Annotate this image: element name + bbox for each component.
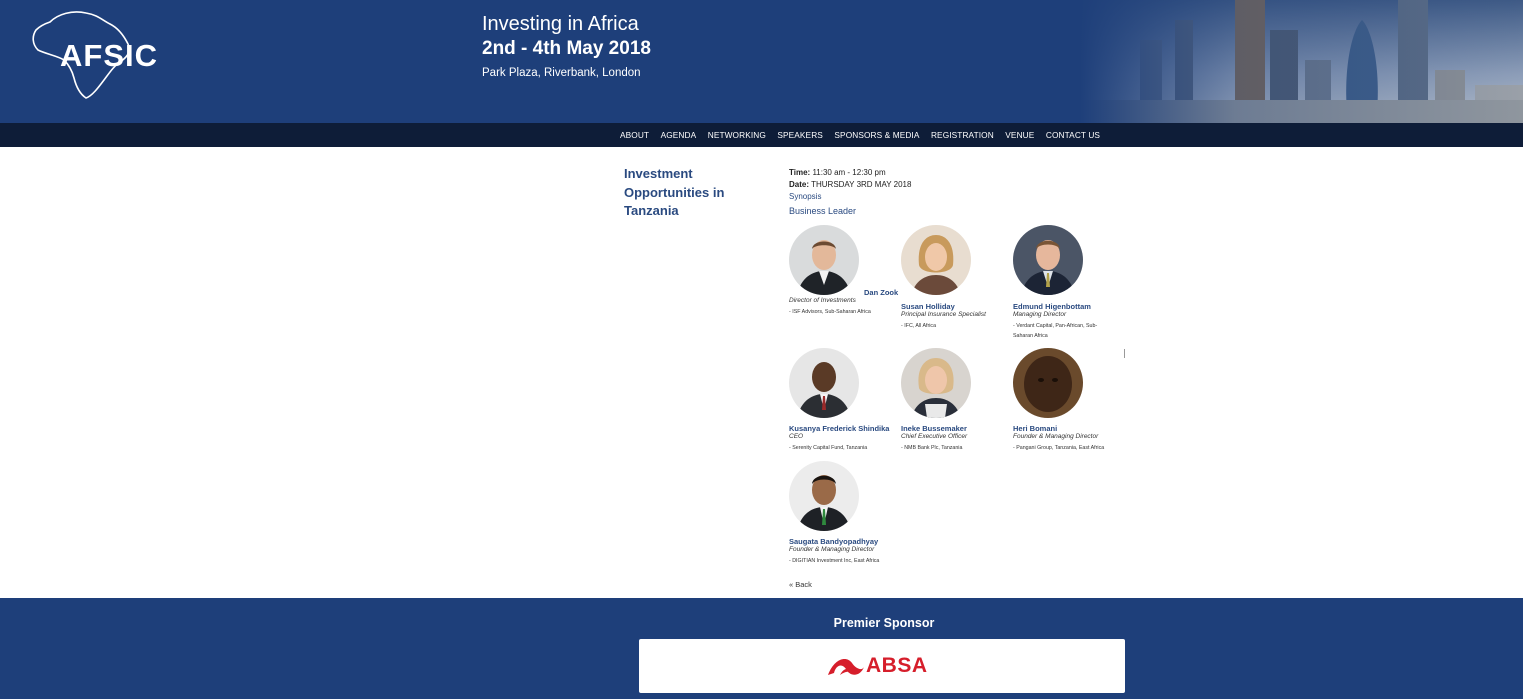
session-time: Time: 11:30 am - 12:30 pm [789, 168, 886, 177]
speaker-role: Chief Executive Officer [901, 433, 968, 440]
speaker-role: Founder & Managing Director [789, 546, 875, 553]
nav-agenda[interactable]: AGENDA [661, 123, 697, 147]
speaker-photo-susan-holliday[interactable] [901, 225, 971, 295]
speaker-role: Founder & Managing Director [1013, 433, 1099, 440]
event-venue: Park Plaza, Riverbank, London [482, 67, 641, 79]
speaker-name[interactable]: Heri Bomani [1013, 424, 1057, 433]
speaker-name[interactable]: Saugata Bandyopadhyay [789, 537, 878, 546]
speaker-org: - IFC, All Africa [901, 323, 937, 329]
sponsor-heading: Premier Sponsor [833, 616, 935, 630]
logo-text: AFSIC [60, 38, 158, 73]
absa-wordmark[interactable]: ABSA [866, 654, 928, 678]
speaker-name[interactable]: Dan Zook [864, 288, 898, 297]
synopsis-link[interactable]: Synopsis [789, 192, 821, 201]
time-value: 11:30 am - 12:30 pm [812, 168, 886, 177]
speaker-name[interactable]: Ineke Bussemaker [901, 424, 967, 433]
speaker-org: - Pangani Group, Tanzania, East Africa [1013, 445, 1105, 451]
nav-registration[interactable]: REGISTRATION [931, 123, 994, 147]
speaker-role: CEO [789, 433, 804, 440]
speaker-name[interactable]: Susan Holliday [901, 302, 955, 311]
speaker-photo-ineke-bussemaker[interactable] [901, 348, 971, 418]
sponsor-footer: Premier Sponsor [0, 598, 1523, 699]
speaker-category: Business Leader [789, 206, 857, 216]
nav-networking[interactable]: NETWORKING [708, 123, 766, 147]
speaker-photo-saugata-bandyopadhyay[interactable] [789, 461, 859, 531]
speaker-photo-heri-bomani[interactable] [1013, 348, 1083, 418]
absa-logo-icon [828, 659, 864, 675]
nav-contact-us[interactable]: CONTACT US [1046, 123, 1100, 147]
date-label: Date: [789, 180, 810, 189]
speaker-org: - Serenity Capital Fund, Tanzania [789, 445, 868, 451]
speaker-org: - ISF Advisors, Sub-Saharan Africa [789, 309, 871, 315]
afsic-logo[interactable]: AFSIC [28, 8, 158, 103]
session-title: Investment Opportunities in Tanzania [624, 166, 725, 218]
speaker-org: - Verdant Capital, Pan-African, Sub-Saha… [1013, 323, 1098, 339]
time-label: Time: [789, 168, 811, 177]
event-dates: 2nd - 4th May 2018 [482, 38, 651, 59]
site-header: AFSIC Investing in Africa 2nd - 4th May … [0, 0, 1523, 123]
speaker-org: - NMB Bank Plc, Tanzania [901, 445, 963, 451]
event-title: Investing in Africa [482, 13, 639, 35]
speaker-name[interactable]: Kusanya Frederick Shindika [789, 424, 889, 433]
speaker-photo-kusanya-shindika[interactable] [789, 348, 859, 418]
speaker-photo-dan-zook[interactable] [789, 225, 859, 295]
nav-sponsors-media[interactable]: SPONSORS & MEDIA [834, 123, 919, 147]
back-link[interactable]: « Back [789, 580, 812, 589]
speaker-role: Director of Investments [789, 297, 856, 304]
speaker-name[interactable]: Edmund Higenbottam [1013, 302, 1091, 311]
nav-venue[interactable]: VENUE [1005, 123, 1034, 147]
divider [1124, 349, 1125, 358]
speaker-photo-edmund-higenbottam[interactable] [1013, 225, 1083, 295]
session-date: Date: THURSDAY 3RD MAY 2018 [789, 180, 911, 189]
london-skyline-image [1080, 0, 1523, 123]
main-nav: ABOUT AGENDA NETWORKING SPEAKERS SPONSOR… [0, 123, 1523, 147]
speaker-role: Managing Director [1013, 311, 1067, 318]
speaker-role: Principal Insurance Specialist [901, 311, 986, 318]
nav-about[interactable]: ABOUT [620, 123, 649, 147]
date-value: THURSDAY 3RD MAY 2018 [811, 180, 912, 189]
speaker-org: - DIGITIAN Investment Inc, East Africa [789, 558, 880, 564]
nav-speakers[interactable]: SPEAKERS [777, 123, 823, 147]
